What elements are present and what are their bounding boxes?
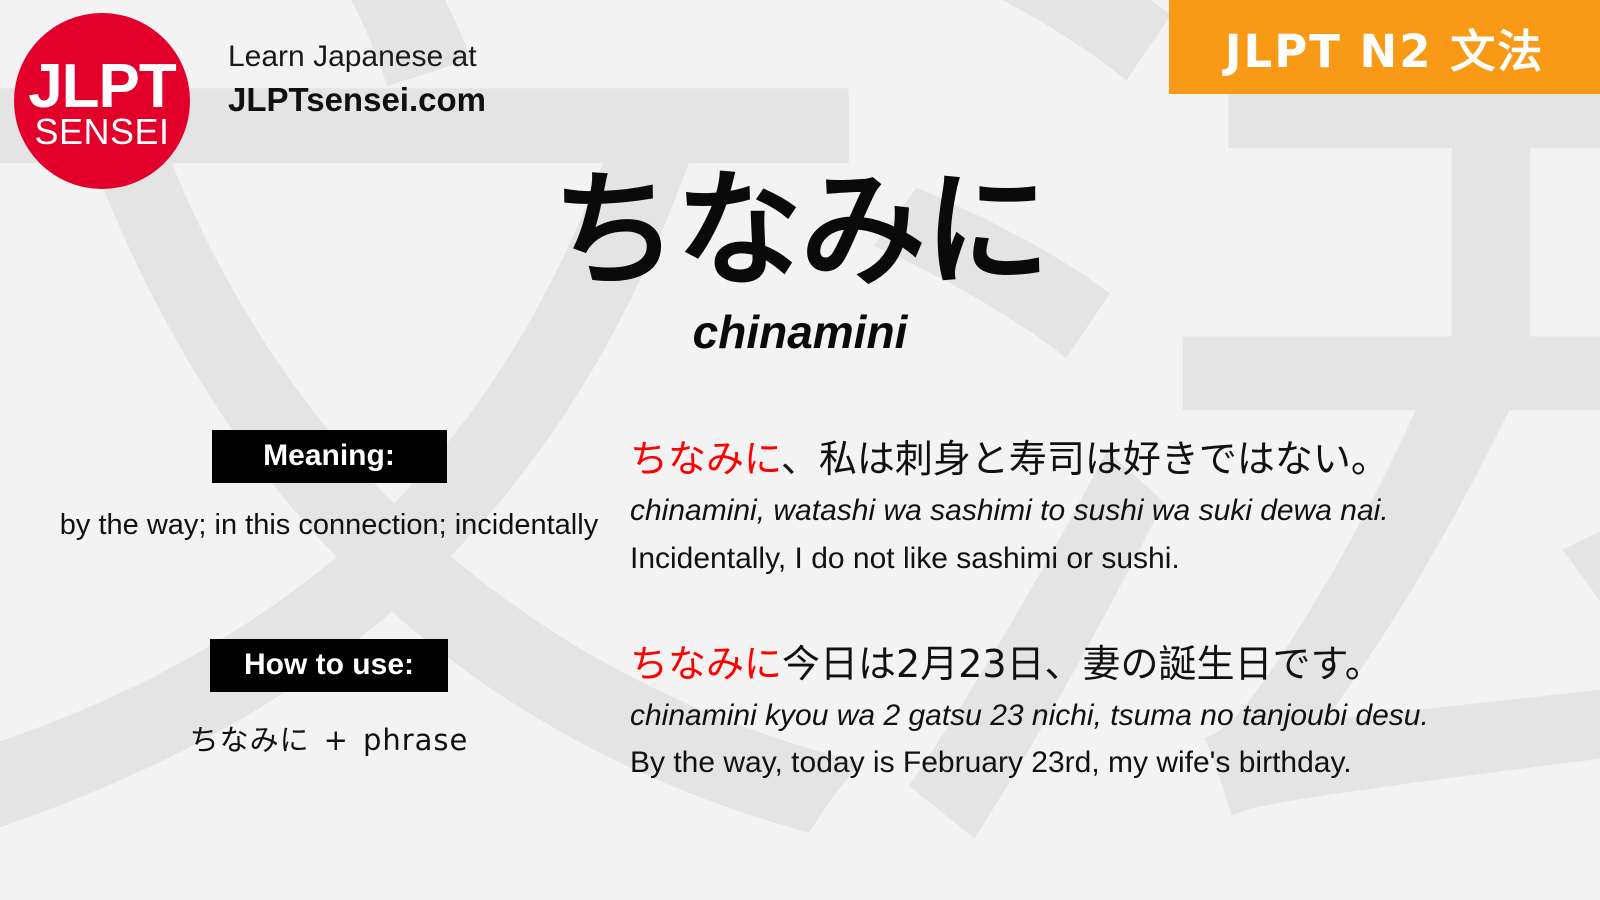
example-sentence: ちなみに今日は2月23日、妻の誕生日です。 chinamini kyou wa …: [630, 639, 1570, 784]
grammar-title-japanese: ちなみに: [552, 157, 1050, 304]
example-romaji: chinamini kyou wa 2 gatsu 23 nichi, tsum…: [630, 699, 1429, 733]
usage-part-1: ちなみに: [189, 722, 310, 757]
brand-tagline: Learn Japanese at: [228, 40, 477, 73]
meaning-chip: Meaning:: [211, 430, 447, 483]
examples-column: ちなみに、私は刺身と寿司は好きではない。 chinamini, watashi …: [630, 434, 1570, 784]
example-japanese-rest: 今日は2月23日、妻の誕生日です。: [782, 641, 1383, 686]
logo-primary-text: JLPT: [28, 51, 177, 121]
brand-site-url[interactable]: JLPTsensei.com: [228, 79, 486, 120]
example-romaji: chinamini, watashi wa sashimi to sushi w…: [630, 494, 1389, 528]
example-english: Incidentally, I do not like sashimi or s…: [630, 541, 1180, 575]
example-english: By the way, today is February 23rd, my w…: [630, 746, 1352, 780]
grammar-card: 文 法 JLPT SENSEI Learn Japanese at JLPTse…: [0, 0, 1600, 900]
grammar-title-block: ちなみに chinamini: [0, 160, 1600, 355]
example-grammar-highlight: ちなみに: [630, 437, 781, 481]
meaning-group: Meaning: by the way; in this connection;…: [48, 430, 610, 547]
definition-column: Meaning: by the way; in this connection;…: [48, 430, 610, 762]
example-japanese: ちなみに今日は2月23日、妻の誕生日です。: [630, 639, 1570, 689]
how-to-use-group: How to use: ちなみに + phrase: [48, 638, 610, 762]
example-sentence: ちなみに、私は刺身と寿司は好きではない。 chinamini, watashi …: [630, 434, 1570, 579]
grammar-title-romaji: chinamini: [692, 306, 908, 359]
example-grammar-highlight: ちなみに: [630, 641, 783, 686]
usage-formula: ちなみに + phrase: [48, 720, 610, 762]
example-japanese-rest: 、私は刺身と寿司は好きではない。: [780, 437, 1389, 481]
how-to-use-chip: How to use:: [210, 638, 448, 692]
logo-secondary-text: SENSEI: [34, 111, 170, 153]
jlpt-level-badge: JLPT N2 文法: [1169, 0, 1600, 94]
brand-header: Learn Japanese at JLPTsensei.com: [228, 38, 486, 120]
usage-plus-sign: +: [323, 722, 349, 757]
meaning-text: by the way; in this connection; incident…: [59, 509, 599, 541]
jlpt-level-badge-label: JLPT N2 文法: [1224, 24, 1545, 78]
usage-part-2: phrase: [362, 722, 469, 757]
example-japanese: ちなみに、私は刺身と寿司は好きではない。: [630, 434, 1570, 484]
